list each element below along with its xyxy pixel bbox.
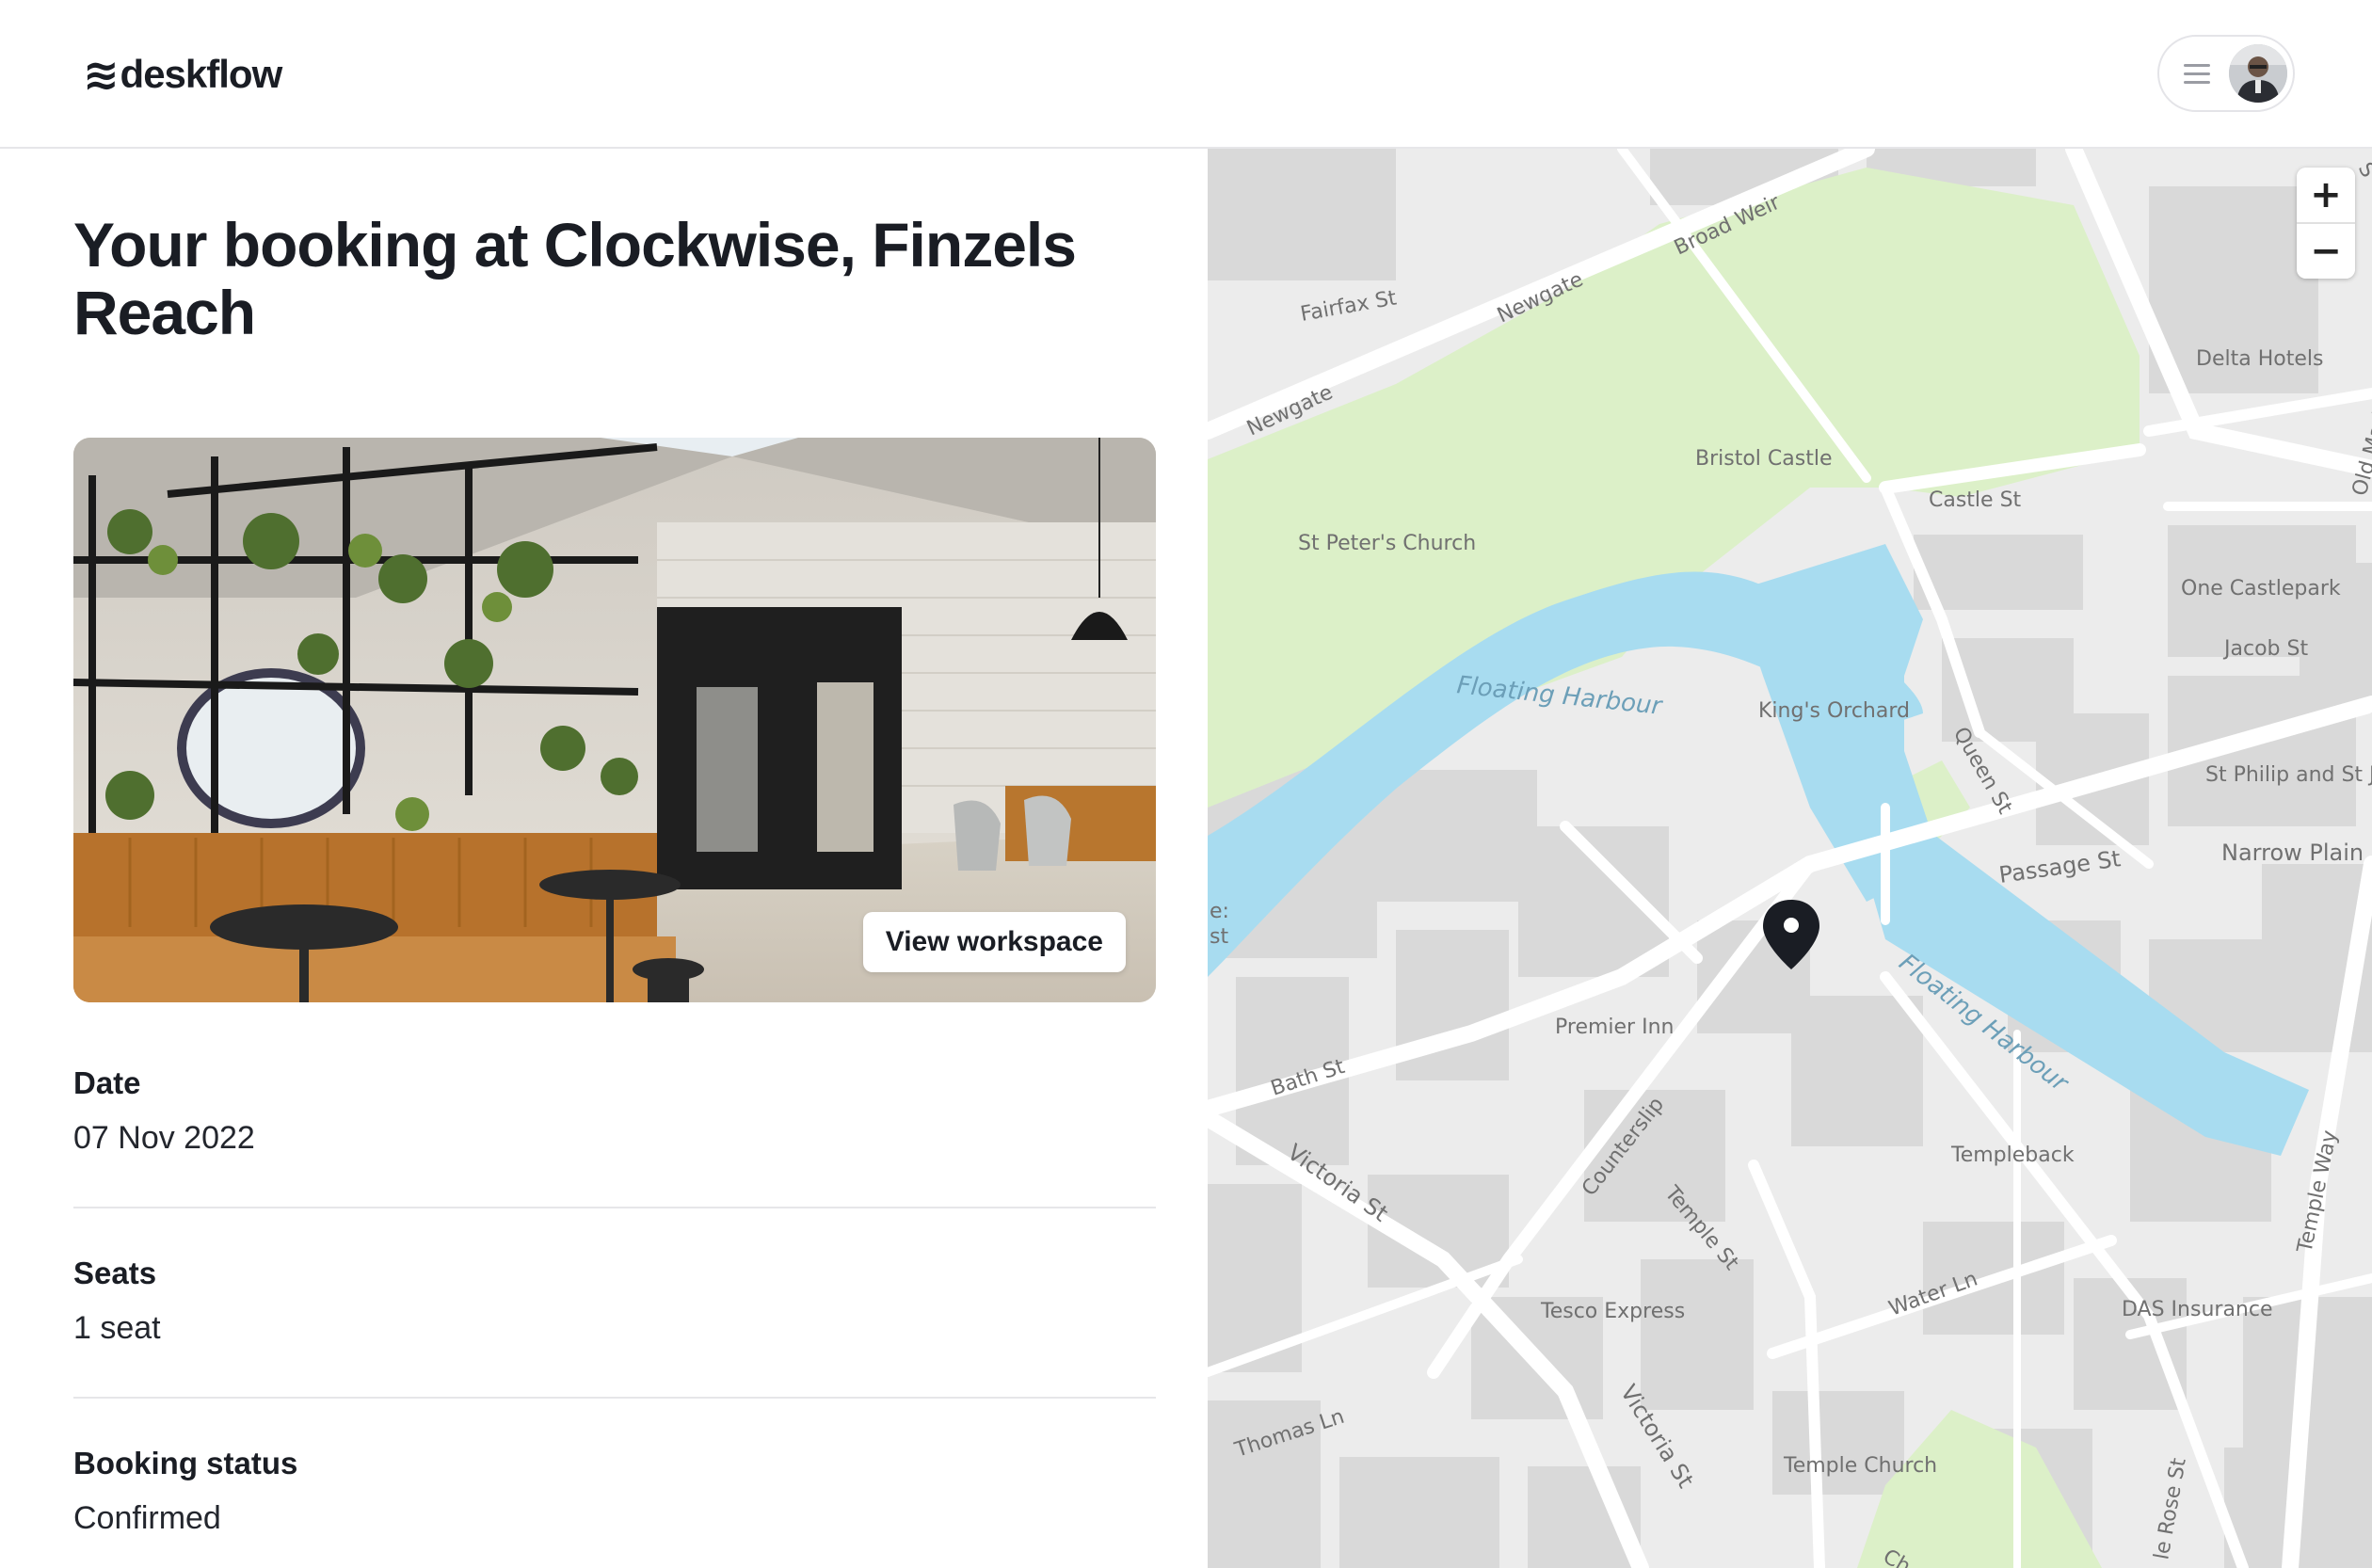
- user-menu-button[interactable]: [2157, 35, 2295, 112]
- booking-status-field: Booking status Confirmed: [73, 1446, 1156, 1537]
- seats-field: Seats 1 seat: [73, 1256, 1156, 1347]
- date-label: Date: [73, 1065, 141, 1100]
- map-label-st-peters: St Peter's Church: [1298, 532, 1476, 555]
- map-label-tesco-express: Tesco Express: [1540, 1300, 1685, 1323]
- brand-name: deskflow: [120, 52, 283, 96]
- booking-details-panel: Your booking at Clockwise, Finzels Reach: [0, 149, 1208, 1568]
- date-value: 07 Nov 2022: [73, 1120, 255, 1156]
- map-label-one-castlepark: One Castlepark: [2181, 577, 2341, 600]
- date-field: Date 07 Nov 2022: [73, 1065, 1156, 1157]
- map-label-bristol-castle: Bristol Castle: [1695, 447, 1832, 471]
- page-title: Your booking at Clockwise, Finzels Reach: [73, 210, 1077, 347]
- booking-status-label: Booking status: [73, 1446, 298, 1480]
- map-label-templeback: Templeback: [1950, 1144, 2075, 1167]
- seats-label: Seats: [73, 1256, 157, 1290]
- location-map[interactable]: Broad Weir Fairfax St Newgate Newgate Br…: [1208, 149, 2372, 1568]
- map-label-edge: e:: [1210, 900, 1229, 923]
- map-label-kings-orchard: King's Orchard: [1758, 699, 1910, 723]
- booking-status-value: Confirmed: [73, 1500, 221, 1536]
- view-workspace-button[interactable]: View workspace: [862, 912, 1126, 972]
- zoom-out-button[interactable]: −: [2297, 224, 2355, 279]
- map-zoom-controls: + −: [2297, 168, 2355, 279]
- seats-value: 1 seat: [73, 1310, 161, 1346]
- menu-icon: [2184, 63, 2210, 84]
- divider: [73, 1397, 1156, 1399]
- map-label-premier-inn: Premier Inn: [1555, 1016, 1674, 1039]
- workspace-photo: View workspace: [73, 438, 1156, 1002]
- deskflow-logo[interactable]: ≋ deskflow: [83, 49, 283, 100]
- map-label-castle-st: Castle St: [1929, 488, 2022, 512]
- map-label-edge: st: [1210, 925, 1228, 949]
- user-avatar: [2229, 44, 2287, 103]
- logo-mark-icon: ≋: [83, 50, 120, 99]
- map-label-narrow-plain: Narrow Plain: [2221, 840, 2364, 866]
- map-label-st-philip: St Philip and St J: [2205, 763, 2372, 787]
- divider: [73, 1207, 1156, 1208]
- map-label-das-insurance: DAS Insurance: [2122, 1298, 2273, 1321]
- map-label-jacob-st: Jacob St: [2222, 637, 2308, 661]
- map-label-delta-hotels: Delta Hotels: [2196, 347, 2323, 371]
- top-header: ≋ deskflow: [0, 0, 2372, 149]
- map-label-temple-church: Temple Church: [1783, 1454, 1937, 1478]
- zoom-in-button[interactable]: +: [2297, 168, 2355, 222]
